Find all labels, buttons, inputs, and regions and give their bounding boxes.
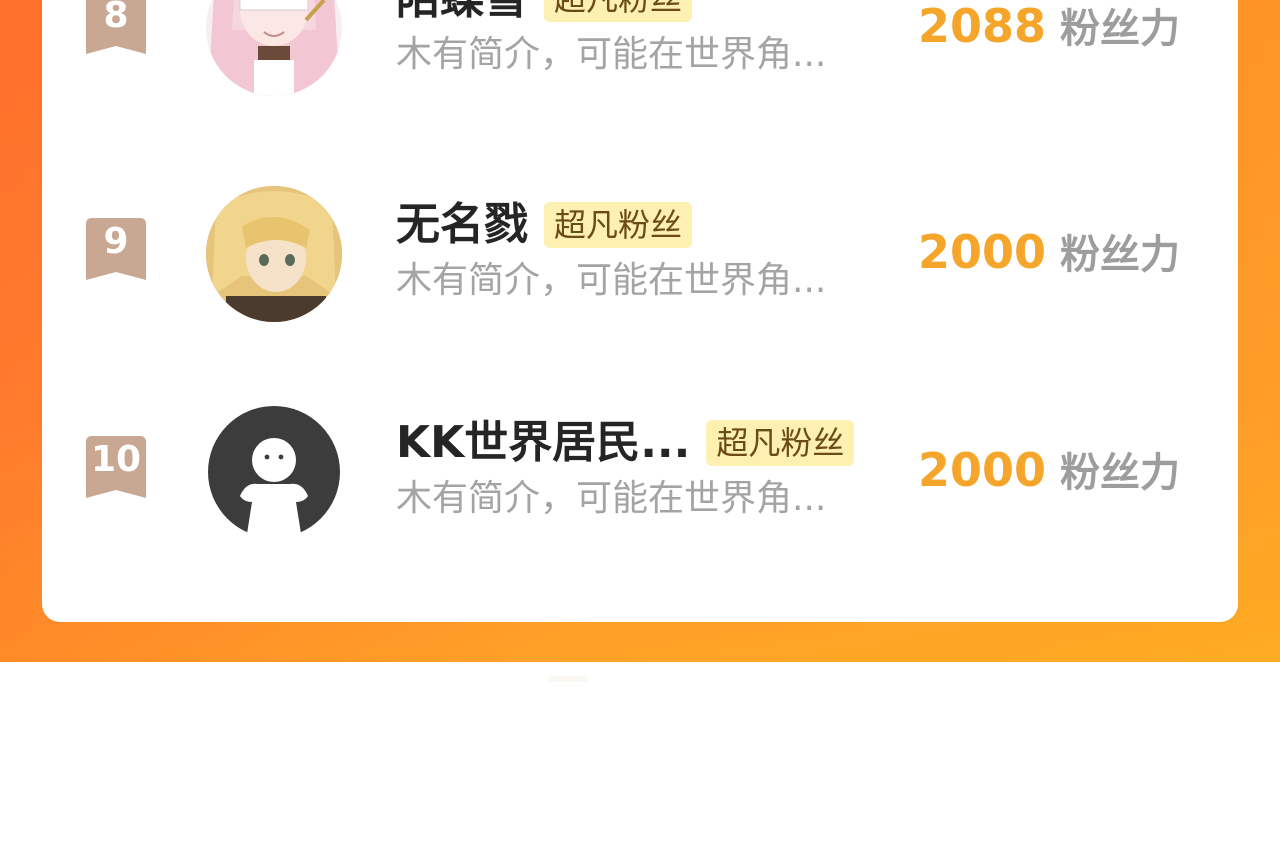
rank-number: 10 [90, 439, 142, 480]
default-user-avatar-icon [206, 404, 342, 540]
fan-power: 2088 粉丝力 [918, 0, 1180, 57]
rank-badge: 9 [86, 218, 146, 282]
ranking-row-10[interactable]: 10 KK世界居民... 超凡粉丝 木有简介，可能在世界角... 2000 粉丝… [42, 404, 1238, 544]
user-name-line: KK世界居民... 超凡粉丝 [396, 414, 855, 472]
fan-level-badge: 超凡粉丝 [544, 202, 693, 248]
user-avatar[interactable] [206, 404, 342, 540]
fan-power-value: 2088 [918, 0, 1047, 53]
user-name[interactable]: 无名戮 [396, 196, 528, 254]
fan-power-unit: 粉丝力 [1060, 6, 1181, 52]
user-avatar[interactable] [206, 186, 342, 322]
fan-power-unit: 粉丝力 [1060, 232, 1181, 278]
rank-number: 9 [103, 221, 129, 262]
fan-level-badge: 超凡粉丝 [544, 0, 693, 22]
fan-power-value: 2000 [918, 443, 1047, 497]
fan-power: 2000 粉丝力 [918, 224, 1180, 283]
user-name-line: 陌蝶雪 超凡粉丝 [396, 0, 693, 28]
user-name[interactable]: 陌蝶雪 [396, 0, 528, 28]
rank-badge: 10 [86, 436, 146, 500]
fan-power-value: 2000 [918, 225, 1047, 279]
home-indicator [548, 676, 588, 682]
rank-number: 8 [103, 0, 129, 36]
user-intro: 木有简介，可能在世界角... [396, 34, 827, 75]
anime-blonde-avatar-icon [206, 186, 342, 322]
ranking-row-8[interactable]: 8 陌蝶雪 超凡粉丝 木有简介，可能在世界角... [42, 0, 1238, 100]
user-intro: 木有简介，可能在世界角... [396, 260, 827, 301]
fan-power: 2000 粉丝力 [918, 442, 1180, 501]
ranking-card: 8 陌蝶雪 超凡粉丝 木有简介，可能在世界角... [42, 0, 1238, 622]
user-name-line: 无名戮 超凡粉丝 [396, 196, 693, 254]
fan-ranking-page: 8 陌蝶雪 超凡粉丝 木有简介，可能在世界角... [0, 0, 1280, 864]
ranking-row-9[interactable]: 9 无名戮 超凡粉丝 木有简介，可能在世界角... 2000 粉丝力 [42, 186, 1238, 326]
user-name[interactable]: KK世界居民... [396, 414, 690, 472]
fan-level-badge: 超凡粉丝 [706, 420, 855, 466]
rank-badge: 8 [86, 0, 146, 56]
user-intro: 木有简介，可能在世界角... [396, 478, 827, 519]
anime-girl-avatar-icon [206, 0, 342, 96]
user-avatar[interactable] [206, 0, 342, 96]
fan-power-unit: 粉丝力 [1060, 450, 1181, 496]
